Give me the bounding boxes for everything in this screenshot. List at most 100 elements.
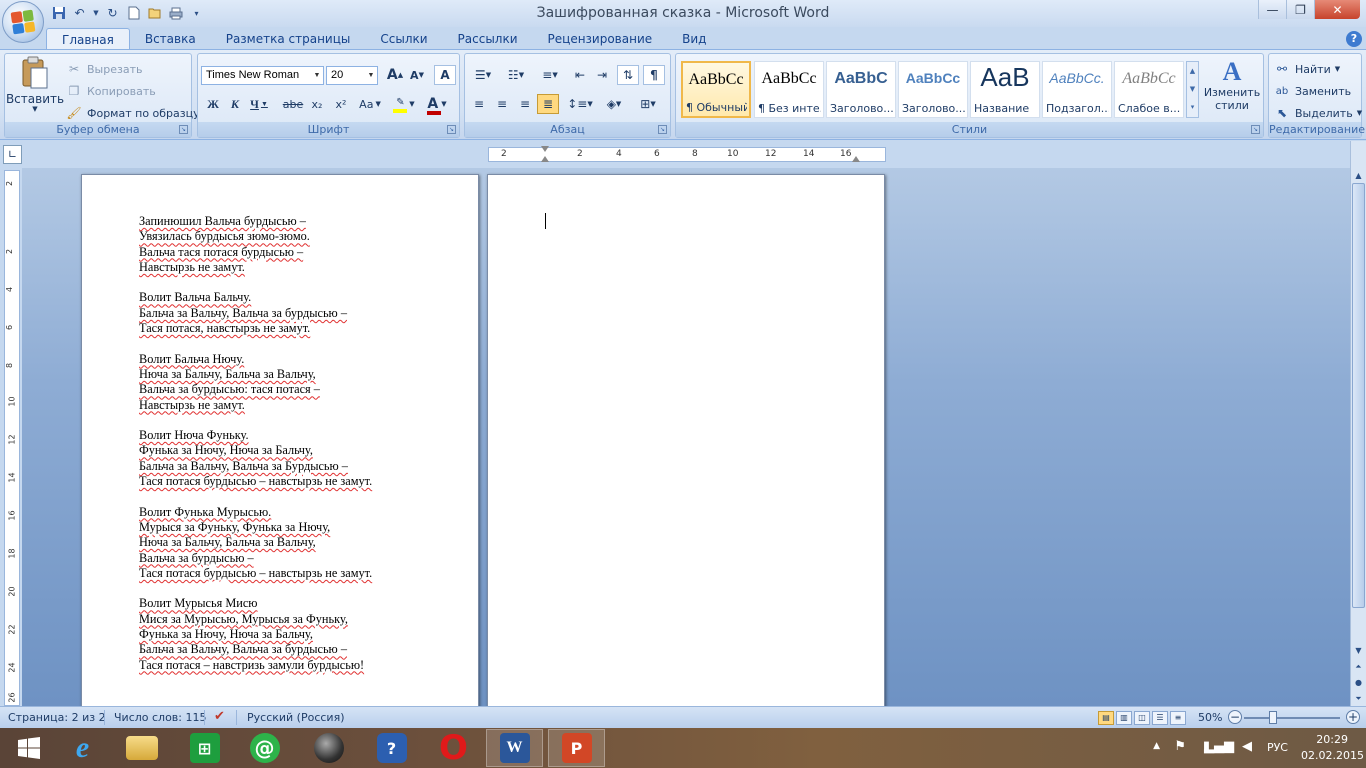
copy-button[interactable]: ❐ Копировать: [65, 82, 156, 100]
scrollbar-thumb[interactable]: [1352, 183, 1365, 608]
chevron-up-icon[interactable]: ▲: [1351, 168, 1366, 183]
tab-review[interactable]: Рецензирование: [533, 28, 668, 50]
undo-icon[interactable]: ↶: [71, 5, 88, 22]
align-right-button[interactable]: ≡: [514, 94, 536, 114]
tab-selector[interactable]: ∟: [3, 145, 22, 164]
font-name-combo[interactable]: Times New Roman ▼: [201, 66, 324, 85]
hanging-indent-marker[interactable]: [541, 156, 549, 162]
zoom-out-icon[interactable]: −: [1228, 710, 1242, 724]
chevron-down-icon[interactable]: ▼: [1351, 643, 1366, 658]
text-line[interactable]: Волит Мурысья Мисю: [139, 596, 372, 611]
styles-launcher-icon[interactable]: ↘: [1251, 125, 1260, 134]
right-indent-marker[interactable]: [852, 156, 860, 162]
document-page-2[interactable]: [487, 174, 885, 706]
taskbar-powerpoint[interactable]: P: [548, 729, 605, 767]
tab-insert[interactable]: Вставка: [130, 28, 211, 50]
text-line[interactable]: Волит Нюча Фуньку.: [139, 428, 372, 443]
stanza[interactable]: Волит Фунька Мурысью. Мурыся за Фуньку, Ф…: [139, 505, 372, 581]
stanza[interactable]: Волит Нюча Фуньку. Фунька за Нючу, Нюча з…: [139, 428, 372, 489]
start-button[interactable]: [0, 729, 57, 767]
text-line[interactable]: Бальча за Вальчу, Вальча за бурдысью –: [139, 306, 372, 321]
zoom-slider-thumb[interactable]: [1268, 711, 1277, 724]
italic-button[interactable]: К: [224, 94, 246, 114]
left-indent-marker[interactable]: [541, 146, 549, 152]
tab-mailings[interactable]: Рассылки: [443, 28, 533, 50]
taskbar-explorer[interactable]: [113, 729, 170, 767]
increase-indent-button[interactable]: ⇥: [591, 65, 613, 85]
draft-view-icon[interactable]: ≡: [1170, 711, 1186, 725]
clipboard-launcher-icon[interactable]: ↘: [179, 125, 188, 134]
horizontal-ruler[interactable]: 2 2 4 6 8 10 12 14 16: [488, 146, 886, 162]
taskbar-media[interactable]: [300, 729, 357, 767]
text-line[interactable]: Вальча за бурдысью: тася потася –: [139, 382, 372, 397]
numbering-button[interactable]: ☷ ▼: [501, 65, 531, 85]
word-count[interactable]: Число слов: 115: [114, 711, 207, 724]
proofing-icon[interactable]: ✔: [214, 709, 225, 724]
styles-gallery-scroll[interactable]: ▲ ▼ ▾: [1186, 61, 1199, 118]
cut-button[interactable]: ✂ Вырезать: [65, 60, 143, 78]
style-heading-1[interactable]: AaBbC Заголово...: [826, 61, 896, 118]
show-marks-button[interactable]: ¶: [643, 65, 665, 85]
font-size-combo[interactable]: 20 ▼: [326, 66, 378, 85]
clock-date[interactable]: 02.02.2015: [1301, 749, 1364, 762]
style-no-spacing[interactable]: AaBbCc ¶ Без инте...: [754, 61, 824, 118]
flag-icon[interactable]: ⚑: [1174, 739, 1186, 754]
find-button[interactable]: ⚯ Найти ▼: [1273, 60, 1340, 78]
redo-icon[interactable]: ↻: [104, 5, 121, 22]
full-screen-reading-view-icon[interactable]: ▥: [1116, 711, 1132, 725]
font-color-button[interactable]: A ▼: [422, 94, 452, 115]
text-line[interactable]: Нюча за Бальчу, Бальча за Вальчу,: [139, 535, 372, 550]
taskbar-mail-agent[interactable]: @: [236, 729, 293, 767]
save-icon[interactable]: [50, 5, 67, 22]
clock-time[interactable]: 20:29: [1316, 733, 1348, 746]
tab-home[interactable]: Главная: [46, 28, 130, 50]
highlight-button[interactable]: ✎ ▼: [390, 94, 418, 114]
text-line[interactable]: Волит Вальча Бальчу.: [139, 290, 372, 305]
zoom-in-icon[interactable]: +: [1346, 710, 1360, 724]
text-line[interactable]: Мурыся за Фуньку, Фунька за Нючу,: [139, 520, 372, 535]
grow-font-button[interactable]: A ▲: [384, 65, 406, 85]
chevron-down-icon[interactable]: ▼: [365, 67, 377, 84]
print-layout-view-icon[interactable]: ▤: [1098, 711, 1114, 725]
taskbar-excel[interactable]: ⊞: [176, 729, 233, 767]
outline-view-icon[interactable]: ☰: [1152, 711, 1168, 725]
bold-button[interactable]: Ж: [202, 94, 224, 114]
shrink-font-button[interactable]: A ▼: [406, 65, 428, 85]
text-line[interactable]: Мися за Мурысью, Мурысья за Фуньку,: [139, 612, 372, 627]
style-normal[interactable]: AaBbCc ¶ Обычный: [681, 61, 751, 118]
tab-page-layout[interactable]: Разметка страницы: [211, 28, 366, 50]
chevron-down-icon[interactable]: ▼: [311, 67, 323, 84]
vertical-scrollbar[interactable]: ▲ ▼ ⏶ ● ⏷: [1350, 141, 1366, 706]
bullets-button[interactable]: ☰ ▼: [468, 65, 498, 85]
format-painter-button[interactable]: 🖌 Формат по образцу: [65, 104, 199, 122]
text-line[interactable]: Навстырзь не замут.: [139, 398, 372, 413]
subscript-button[interactable]: x₂: [306, 94, 328, 114]
zoom-slider-track[interactable]: [1244, 717, 1340, 719]
text-line[interactable]: Волит Фунька Мурысью.: [139, 505, 372, 520]
borders-button[interactable]: ⊞ ▼: [633, 94, 663, 114]
shading-button[interactable]: ◈ ▼: [599, 94, 629, 114]
browse-object-icon[interactable]: ●: [1351, 675, 1366, 690]
paragraph-launcher-icon[interactable]: ↘: [658, 125, 667, 134]
underline-button[interactable]: Ч ▼: [248, 94, 270, 114]
undo-dropdown-icon[interactable]: ▼: [92, 5, 100, 22]
text-line[interactable]: Тася потася бурдысью – навстырзь не заму…: [139, 474, 372, 489]
style-subtitle[interactable]: AaBbCc. Подзагол...: [1042, 61, 1112, 118]
zoom-level[interactable]: 50%: [1198, 711, 1222, 724]
style-heading-2[interactable]: AaBbCc Заголово...: [898, 61, 968, 118]
align-center-button[interactable]: ≡: [491, 94, 513, 114]
chevron-down-icon[interactable]: ▼: [1187, 80, 1198, 98]
close-button[interactable]: ✕: [1314, 0, 1360, 19]
network-icon[interactable]: ▂▄▆: [1204, 739, 1234, 754]
text-line[interactable]: Тася потася – навстризь замули бурдысью!: [139, 658, 372, 673]
input-language[interactable]: РУС: [1267, 741, 1288, 754]
line-spacing-button[interactable]: ↕≡ ▼: [565, 94, 595, 114]
print-icon[interactable]: [167, 5, 184, 22]
text-line[interactable]: Бальча за Вальчу, Вальча за Бурдысью –: [139, 459, 372, 474]
text-line[interactable]: Нюча за Бальчу, Бальча за Вальчу,: [139, 367, 372, 382]
web-layout-view-icon[interactable]: ◫: [1134, 711, 1150, 725]
text-line[interactable]: Навстырзь не замут.: [139, 260, 372, 275]
page-count[interactable]: Страница: 2 из 2: [8, 711, 106, 724]
text-line[interactable]: Бальча за Вальчу, Вальча за бурдысью –: [139, 642, 372, 657]
align-left-button[interactable]: ≡: [468, 94, 490, 114]
